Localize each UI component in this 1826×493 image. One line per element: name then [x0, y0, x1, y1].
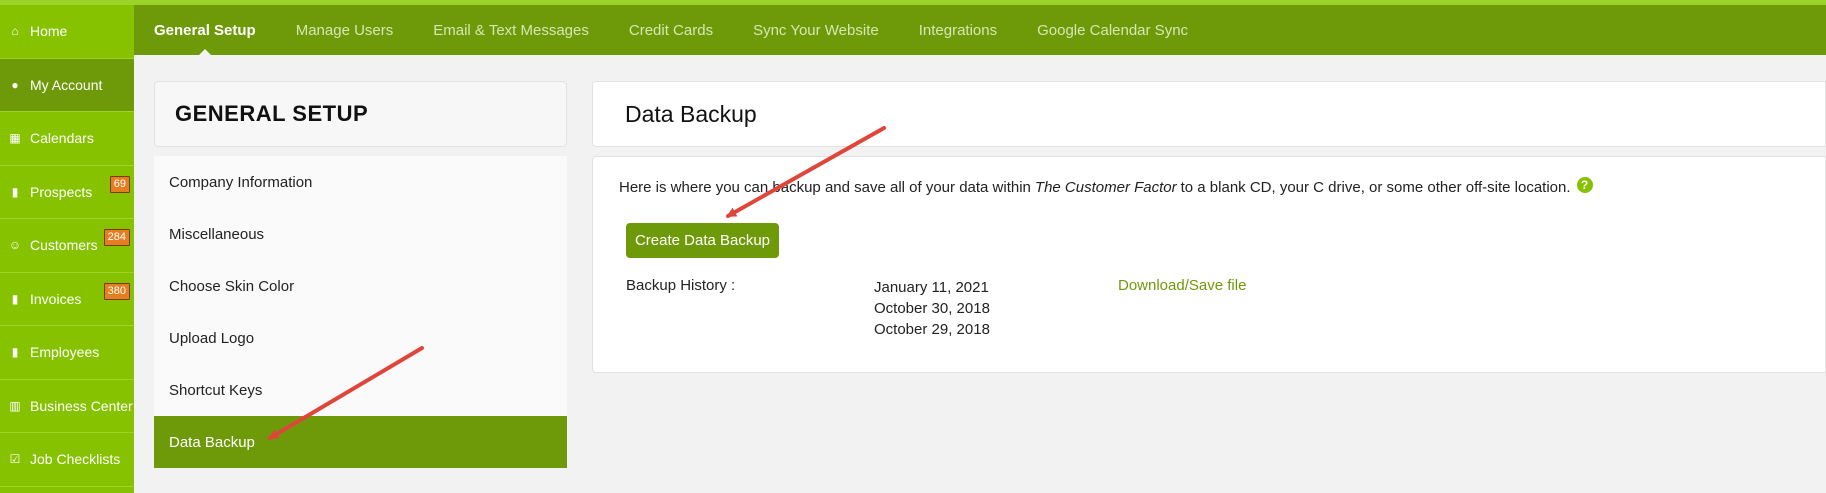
sidebar-item-customers[interactable]: ☺ Customers 284 [0, 219, 134, 273]
count-badge: 380 [103, 282, 130, 300]
download-save-file-link[interactable]: Download/Save file [1118, 277, 1246, 294]
sidebar-item-label: Prospects [30, 183, 93, 200]
file-icon: ▮ [11, 345, 19, 360]
sidebar-item-label: Employees [30, 344, 100, 361]
sidebar: ⌂ Home ● My Account ▦ Calendars ▮ Prospe… [0, 5, 134, 493]
sidebar-item-invoices[interactable]: ▮ Invoices 380 [0, 273, 134, 326]
help-icon[interactable]: ? [1576, 176, 1593, 193]
count-badge: 69 [109, 175, 130, 193]
tab-sync-your-website[interactable]: Sync Your Website [733, 5, 899, 55]
sidebar-item-business-center[interactable]: ▥ Business Center [0, 380, 134, 433]
sidebar-item-home[interactable]: ⌂ Home [0, 5, 134, 59]
count-badge: 284 [103, 229, 130, 246]
file-icon: ▮ [11, 184, 19, 199]
sidebar-item-label: Customers [30, 237, 98, 254]
backup-date: October 30, 2018 [874, 300, 990, 317]
sidebar-item-label: Job Checklists [30, 451, 121, 468]
home-icon: ⌂ [11, 24, 19, 39]
menu-item-data-backup[interactable]: Data Backup [154, 416, 567, 468]
backup-history-dates: January 11, 2021 October 30, 2018 Octobe… [874, 277, 990, 340]
sidebar-item-job-checklists[interactable]: ☑ Job Checklists [0, 433, 134, 487]
calendar-icon: ▦ [9, 131, 21, 146]
backup-date: January 11, 2021 [874, 279, 989, 296]
backup-history-label: Backup History : [626, 277, 736, 294]
description-text-start: Here is where you can backup and save al… [619, 179, 1031, 196]
building-icon: ▥ [9, 398, 21, 413]
sidebar-item-label: Home [30, 23, 68, 40]
sidebar-item-label: My Account [30, 76, 103, 93]
tab-general-setup[interactable]: General Setup [134, 5, 276, 56]
sidebar-item-calendars[interactable]: ▦ Calendars [0, 112, 134, 166]
menu-item-company-information[interactable]: Company Information [154, 156, 567, 208]
backup-date: October 29, 2018 [874, 321, 990, 338]
panel-title: GENERAL SETUP [154, 81, 567, 147]
tab-manage-users[interactable]: Manage Users [276, 5, 414, 55]
menu-item-upload-logo[interactable]: Upload Logo [154, 312, 567, 364]
sidebar-item-employees[interactable]: ▮ Employees [0, 326, 134, 380]
menu-item-miscellaneous[interactable]: Miscellaneous [154, 208, 567, 260]
tab-email-text-messages[interactable]: Email & Text Messages [413, 5, 609, 55]
menu-item-choose-skin-color[interactable]: Choose Skin Color [154, 260, 567, 312]
product-name: The Customer Factor [1034, 179, 1177, 196]
description-text-end: to a blank CD, your C drive, or some oth… [1180, 179, 1571, 196]
data-backup-panel: Here is where you can backup and save al… [592, 156, 1826, 373]
tab-credit-cards[interactable]: Credit Cards [609, 5, 733, 55]
tab-google-calendar-sync[interactable]: Google Calendar Sync [1017, 5, 1208, 55]
settings-menu: Company Information Miscellaneous Choose… [154, 156, 567, 468]
user-circle-icon: ● [11, 77, 19, 92]
sidebar-item-my-account[interactable]: ● My Account [0, 58, 134, 112]
menu-item-shortcut-keys[interactable]: Shortcut Keys [154, 364, 567, 416]
description: Here is where you can backup and save al… [619, 176, 1593, 196]
sidebar-item-prospects[interactable]: ▮ Prospects 69 [0, 166, 134, 219]
sidebar-item-label: Calendars [30, 130, 94, 147]
users-icon: ☺ [8, 238, 22, 253]
page-title: Data Backup [592, 81, 1826, 147]
top-nav: General Setup Manage Users Email & Text … [134, 5, 1826, 56]
sidebar-item-label: Business Center [30, 397, 133, 414]
tab-integrations[interactable]: Integrations [899, 5, 1017, 55]
file-icon: ▮ [11, 291, 19, 306]
create-data-backup-button[interactable]: Create Data Backup [626, 223, 779, 258]
sidebar-item-label: Invoices [30, 290, 82, 307]
checkbox-icon: ☑ [9, 452, 21, 467]
